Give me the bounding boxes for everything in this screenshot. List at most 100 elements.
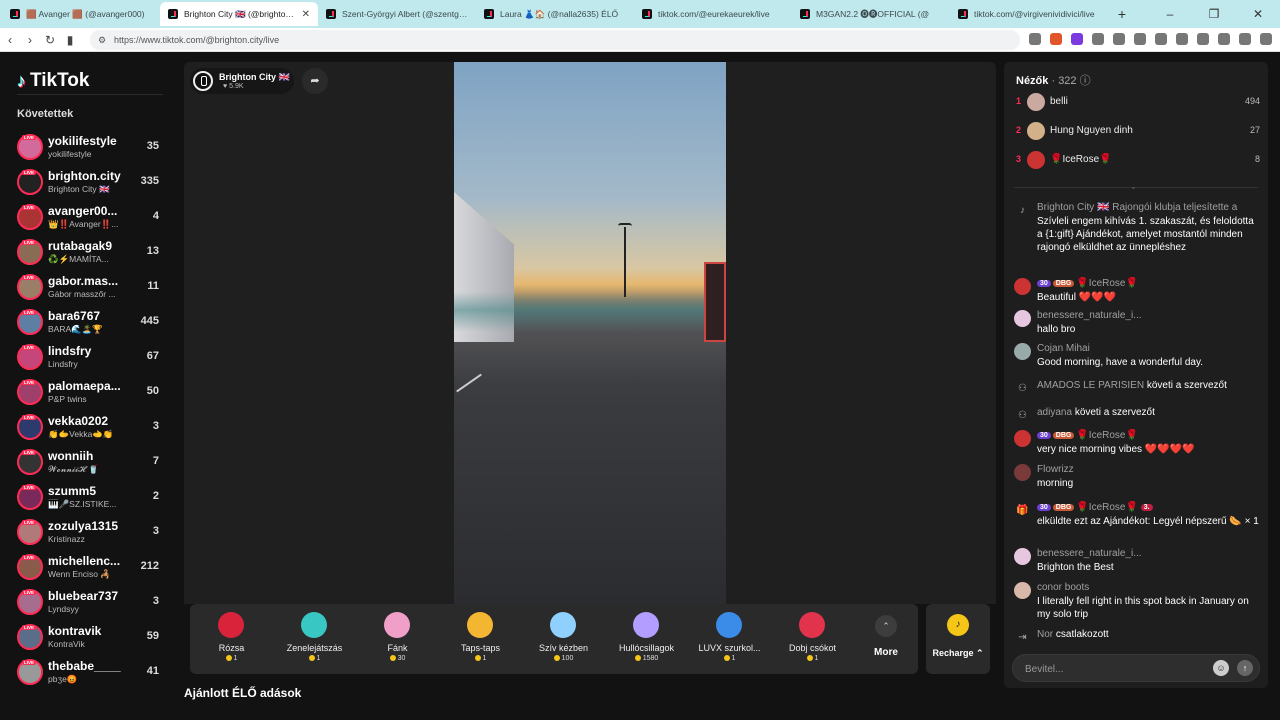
avatar[interactable] [1014, 548, 1031, 565]
sidebar-user-item[interactable]: LIVE kontravik KontraVik 59 [17, 620, 163, 655]
sidebar-user-item[interactable]: LIVE wonniih 𝓦𝓸𝓷𝓷𝓲𝓲𝓗 🥤 7 [17, 445, 163, 480]
sidebar-user-item[interactable]: LIVE lindsfry Lindsfry 67 [17, 340, 163, 375]
recommended-live-heading: Ajánlott ÉLŐ adások [184, 686, 302, 700]
chat-username[interactable]: AMADOS LE PARISIEN [1037, 380, 1144, 391]
gift-item[interactable]: Hullócsillagok 1580 [605, 604, 688, 674]
sidebar-user-item[interactable]: LIVE yokilifestyle yokilifestyle 35 [17, 130, 163, 165]
site-info-icon[interactable]: ⚙ [98, 35, 106, 46]
extension-icon[interactable] [1092, 33, 1104, 45]
extension-icon[interactable] [1113, 33, 1125, 45]
browser-tab[interactable]: Laura 👗🏠 (@nalla2635) ÉLŐ [476, 2, 634, 26]
brave-shield-icon[interactable] [1050, 33, 1062, 45]
gift-item[interactable]: Taps-taps 1 [439, 604, 522, 674]
sidebar-user-item[interactable]: LIVE bara6767 BARA🌊🏝️🏆 445 [17, 305, 163, 340]
avatar[interactable] [1014, 582, 1031, 599]
chat-username[interactable]: Flowrizz [1037, 464, 1074, 475]
sidebar-user-item[interactable]: LIVE gabor.mas... Gábor masszőr ... 11 [17, 270, 163, 305]
more-gifts-button[interactable]: ⌃ More [862, 604, 910, 674]
top-viewer-row[interactable]: 3 🌹IceRose🌹 8 [1016, 150, 1260, 172]
browser-tab[interactable]: 🟫 Avanger 🟫 (@avanger000) [2, 2, 160, 26]
host-avatar[interactable] [193, 71, 213, 91]
chat-username[interactable]: Cojan Mihai [1037, 343, 1090, 354]
music-icon[interactable] [1155, 33, 1167, 45]
sidebar-user-item[interactable]: LIVE avanger00... 👑‼️Avanger‼️... 4 [17, 200, 163, 235]
live-badge: LIVE [22, 240, 37, 245]
chat-username[interactable]: benessere_naturale_i... [1037, 310, 1142, 321]
bookmark-icon[interactable]: ▮ [60, 33, 80, 47]
browser-tab-active[interactable]: Brighton City 🇬🇧 (@brighton.city)✕ [160, 2, 318, 26]
gift-name: Hullócsillagok [618, 643, 675, 653]
close-window-icon[interactable]: ✕ [1236, 0, 1280, 28]
chat-panel: Nézők · 322 ⓘ 1 belli 494 2 Hung Nguyen dinh… [1004, 62, 1268, 688]
sidebar-user-item[interactable]: LIVE palomaepa... P&P twins 50 [17, 375, 163, 410]
chat-username[interactable]: conor boots [1037, 582, 1089, 593]
browser-tab[interactable]: tiktok.com/@virgivenividivici/live [950, 2, 1108, 26]
chat-username[interactable]: benessere_naturale_i... [1037, 548, 1142, 559]
chevron-down-icon[interactable]: ⌄ [1130, 182, 1137, 191]
sidebar-user-item[interactable]: LIVE brighton.city Brighton City 🇬🇧 335 [17, 165, 163, 200]
avatar[interactable] [1014, 430, 1031, 447]
browser-tab[interactable]: tiktok.com/@eurekaeurek/live [634, 2, 792, 26]
recharge-button[interactable]: ♪ Recharge ⌃ [926, 604, 990, 674]
rewards-icon[interactable] [1071, 33, 1083, 45]
gift-item[interactable]: Dobj csókot 1 [771, 604, 854, 674]
url-field[interactable]: ⚙ https://www.tiktok.com/@brighton.city/… [90, 30, 1020, 50]
chat-username[interactable]: adiyana [1037, 407, 1072, 418]
sidebar-user-name: vekka0202 [48, 414, 109, 428]
sidebar-user-item[interactable]: LIVE bluebear737 Lyndsyy 3 [17, 585, 163, 620]
tiktok-logo[interactable]: ♪ TikTok [17, 70, 89, 92]
forward-icon[interactable]: › [20, 33, 40, 47]
live-video[interactable] [454, 62, 726, 604]
minimize-icon[interactable]: – [1148, 0, 1192, 28]
avatar[interactable] [1014, 464, 1031, 481]
sidebar-user-item[interactable]: LIVE rutabagak9 ♻️⚡MAMÍTA... 13 [17, 235, 163, 270]
gift-item[interactable]: Zenelejátszás 1 [273, 604, 356, 674]
sidebar-user-nickname: KontraVik [48, 639, 85, 649]
sidebar-user-item[interactable]: LIVE zozulya1315 Kristinazz 3 [17, 515, 163, 550]
host-name[interactable]: Brighton City 🇬🇧 [219, 72, 290, 83]
extension-icon[interactable] [1134, 33, 1146, 45]
browser-tab[interactable]: M3GAN2.2 🅞🅡OFFICIAL (@ [792, 2, 950, 26]
gift-item[interactable]: Szív kézben 100 [522, 604, 605, 674]
gift-icon: 🎁 [1016, 505, 1029, 516]
vpn-icon[interactable] [1239, 33, 1251, 45]
menu-icon[interactable] [1260, 33, 1272, 45]
sidebar-user-item[interactable]: LIVE michellenc... Wenn Enciso 🦂 212 [17, 550, 163, 585]
sidebar-user-nickname: Wenn Enciso 🦂 [48, 569, 111, 579]
back-icon[interactable]: ‹ [0, 33, 20, 47]
share-icon[interactable]: ➦ [302, 68, 328, 94]
zoom-icon[interactable] [1029, 33, 1041, 45]
sidebar-user-name: palomaepa... [48, 379, 121, 393]
chat-username[interactable]: Nor [1037, 629, 1053, 640]
gift-item[interactable]: Fánk 30 [356, 604, 439, 674]
new-tab-button[interactable]: + [1112, 6, 1132, 22]
sidebar-user-item[interactable]: LIVE szumm5 🎹🎤SZ.ISTIKE... 2 [17, 480, 163, 515]
sidebar-user-item[interactable]: LIVE vekka0202 👏🫱Vekka🫲👏 3 [17, 410, 163, 445]
avatar[interactable] [1014, 310, 1031, 327]
copy-icon[interactable] [1176, 33, 1188, 45]
restore-icon[interactable]: ❐ [1192, 0, 1236, 28]
reload-icon[interactable]: ↻ [40, 33, 60, 47]
close-tab-icon[interactable]: ✕ [302, 9, 310, 20]
chat-username[interactable]: 🌹IceRose🌹 [1076, 278, 1138, 289]
sidebar-user-item[interactable]: LIVE thebabe____ pbʒe😡 41 [17, 655, 163, 690]
chat-input[interactable] [1025, 661, 1205, 677]
chat-username[interactable]: Brighton City 🇬🇧 Rajongói klubja teljesí… [1037, 202, 1237, 213]
emoji-icon[interactable]: ☺ [1213, 660, 1229, 676]
avatar[interactable] [1014, 278, 1031, 295]
avatar[interactable] [1014, 343, 1031, 360]
info-icon[interactable]: ⓘ [1080, 75, 1091, 87]
host-badge[interactable]: Brighton City 🇬🇧 ♥ 5.9K [190, 68, 294, 94]
send-icon[interactable]: ↑ [1237, 660, 1253, 676]
sidebar-icon[interactable] [1197, 33, 1209, 45]
wallet-icon[interactable] [1218, 33, 1230, 45]
gift-price: 1 [439, 655, 522, 662]
top-viewer-row[interactable]: 1 belli 494 [1016, 92, 1260, 114]
gift-item[interactable]: Rózsa 1 [190, 604, 273, 674]
top-viewer-row[interactable]: 2 Hung Nguyen dinh 27 [1016, 121, 1260, 143]
chat-username[interactable]: 🌹IceRose🌹 [1076, 430, 1138, 441]
chevron-up-icon: ⌃ [875, 615, 897, 637]
browser-tab[interactable]: Szent-Györgyi Albert (@szentgya1) [318, 2, 476, 26]
chat-username[interactable]: 🌹IceRose🌹 [1076, 502, 1138, 513]
gift-item[interactable]: LUVX szurkol... 1 [688, 604, 771, 674]
